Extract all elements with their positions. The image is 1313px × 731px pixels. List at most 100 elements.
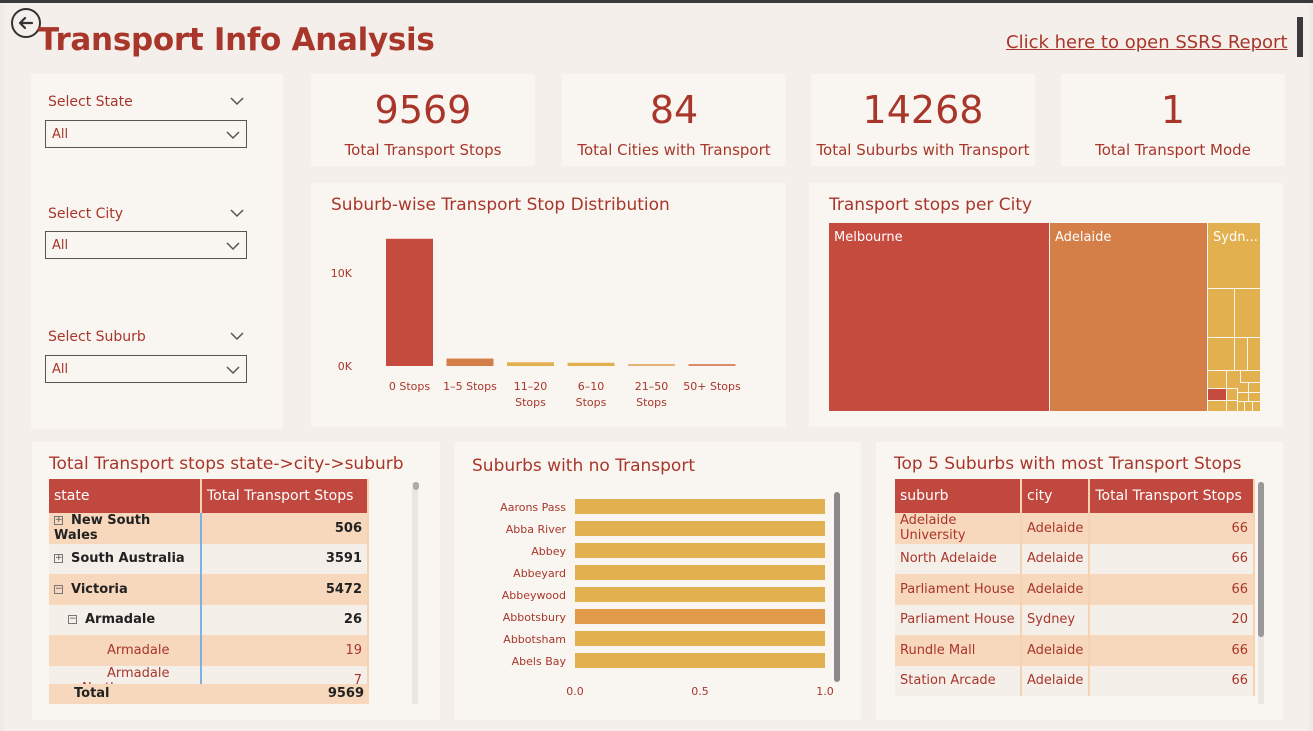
x-tick-label: 0 Stops	[389, 380, 431, 393]
hbar[interactable]	[575, 543, 825, 558]
column-bar[interactable]	[446, 358, 494, 366]
stops-per-city-treemap: Melbourne Adelaide Sydn...	[829, 223, 1260, 411]
column-bar[interactable]	[507, 362, 554, 366]
city-dropdown[interactable]: All	[45, 231, 247, 259]
column-bar[interactable]	[567, 362, 615, 366]
treemap-tile[interactable]	[1235, 338, 1247, 370]
suburb-dropdown[interactable]: All	[45, 355, 247, 383]
x-tick-label: Stops	[576, 396, 607, 409]
matrix-cell-label: + South Australia	[49, 543, 202, 574]
expand-plus-icon[interactable]: +	[54, 516, 63, 526]
table-row[interactable]: North Adelaide Adelaide 66	[895, 543, 1255, 574]
hbar[interactable]	[575, 631, 825, 646]
category-label: Abbeywood	[502, 589, 566, 602]
treemap-tile[interactable]	[1248, 338, 1260, 370]
city-cell: Adelaide	[1021, 635, 1091, 666]
hbar[interactable]	[575, 499, 825, 514]
matrix-row[interactable]: Armadale 19	[49, 635, 369, 666]
treemap-tile[interactable]	[1238, 393, 1248, 401]
treemap-tile[interactable]	[1208, 338, 1234, 370]
top5-suburbs-card: Top 5 Suburbs with most Transport Stops …	[876, 442, 1283, 720]
chevron-down-icon	[226, 366, 240, 375]
matrix-row[interactable]: + South Australia 3591	[49, 543, 369, 574]
city-cell: Adelaide	[1021, 574, 1091, 605]
table-row[interactable]: Parliament House Adelaide 66	[895, 574, 1255, 605]
top5-table: suburb city Total Transport Stops Adelai…	[895, 479, 1255, 696]
column-bar[interactable]	[688, 364, 736, 366]
treemap-tile[interactable]	[1238, 402, 1244, 411]
matrix-header-state[interactable]: state	[49, 479, 202, 513]
chevron-down-icon[interactable]	[229, 95, 245, 107]
treemap-tile-melbourne[interactable]	[829, 223, 1049, 411]
state-dropdown[interactable]: All	[45, 120, 247, 148]
suburb-cell: Parliament House	[895, 574, 1022, 605]
treemap-tile[interactable]	[1241, 371, 1260, 382]
chart-title: Total Transport stops state->city->subur…	[49, 454, 404, 474]
bar-chart-scrollbar[interactable]	[834, 492, 840, 682]
treemap-tile[interactable]	[1227, 401, 1237, 411]
matrix-row[interactable]: − Armadale 26	[49, 604, 369, 635]
table-row[interactable]: Station Arcade Adelaide 66	[895, 665, 1255, 696]
suburb-cell: Station Arcade	[895, 665, 1022, 696]
matrix-header-total[interactable]: Total Transport Stops	[201, 479, 369, 513]
matrix-cell-value: 19	[201, 635, 369, 666]
top5-header-total[interactable]: Total Transport Stops	[1089, 479, 1255, 513]
chevron-down-icon[interactable]	[229, 330, 245, 342]
ssrs-report-link[interactable]: Click here to open SSRS Report	[1006, 32, 1288, 53]
treemap-tile[interactable]	[1227, 389, 1237, 400]
treemap-tile[interactable]	[1249, 383, 1260, 392]
suburb-cell: Parliament House	[895, 604, 1022, 635]
x-tick-label: 21–50	[635, 380, 669, 393]
scrollbar-handle[interactable]	[1297, 17, 1303, 57]
category-label: Abbeyard	[513, 567, 566, 580]
matrix-scroll-thumb[interactable]	[413, 482, 419, 490]
matrix-header-row: state Total Transport Stops	[49, 479, 369, 513]
matrix-row[interactable]: + New South Wales 506	[49, 513, 369, 544]
table-row[interactable]: Adelaide University Adelaide 66	[895, 513, 1255, 544]
hbar[interactable]	[575, 653, 825, 668]
treemap-tile-adelaide[interactable]	[1050, 223, 1207, 411]
kpi-total-stops: 9569 Total Transport Stops	[311, 74, 535, 166]
state-city-suburb-matrix-card: Total Transport stops state->city->subur…	[32, 442, 440, 720]
column-bar[interactable]	[628, 364, 675, 366]
matrix-row-label: Victoria	[71, 581, 128, 597]
treemap-tile[interactable]	[1238, 383, 1248, 392]
matrix-cell-value: 5472	[201, 574, 369, 605]
top5-header-suburb[interactable]: suburb	[895, 479, 1022, 513]
collapse-minus-icon[interactable]: −	[68, 615, 77, 625]
treemap-tile[interactable]	[1208, 371, 1226, 388]
matrix-cell-value: 26	[201, 604, 369, 635]
treemap-tile[interactable]	[1249, 393, 1260, 401]
top5-scroll-thumb[interactable]	[1258, 482, 1264, 637]
hbar[interactable]	[575, 521, 825, 536]
hbar[interactable]	[575, 609, 825, 624]
table-row[interactable]: Parliament House Sydney 20	[895, 604, 1255, 635]
total-stops-cell: 66	[1089, 543, 1255, 574]
column-bar[interactable]	[386, 238, 433, 366]
city-dropdown-value: All	[52, 237, 69, 253]
chevron-down-icon[interactable]	[229, 207, 245, 219]
x-tick-label: 1.0	[816, 685, 834, 698]
treemap-tile[interactable]	[1253, 402, 1260, 411]
treemap-tile[interactable]	[1208, 401, 1226, 411]
expand-plus-icon[interactable]: +	[54, 554, 63, 564]
matrix-cell-label: − Victoria	[49, 574, 202, 605]
treemap-label-sydney: Sydn...	[1213, 230, 1258, 245]
kpi-value: 1	[1160, 88, 1186, 132]
hbar[interactable]	[575, 565, 825, 580]
matrix-cell-label: − Armadale	[49, 604, 202, 635]
matrix-scrollbar[interactable]	[412, 482, 418, 704]
treemap-tile[interactable]	[1245, 402, 1252, 411]
hbar[interactable]	[575, 587, 825, 602]
matrix-row[interactable]: − Victoria 5472	[49, 574, 369, 605]
treemap-tile[interactable]	[1235, 289, 1260, 337]
treemap-tile[interactable]	[1208, 289, 1234, 337]
x-tick-label: 11–20	[514, 380, 548, 393]
collapse-minus-icon[interactable]: −	[54, 584, 63, 594]
table-row[interactable]: Rundle Mall Adelaide 66	[895, 635, 1255, 666]
suburb-slicer-label: Select Suburb	[48, 329, 146, 345]
back-button[interactable]	[11, 8, 41, 38]
top5-header-city[interactable]: city	[1021, 479, 1091, 513]
treemap-tile[interactable]	[1208, 389, 1226, 400]
city-cell: Adelaide	[1021, 543, 1091, 574]
